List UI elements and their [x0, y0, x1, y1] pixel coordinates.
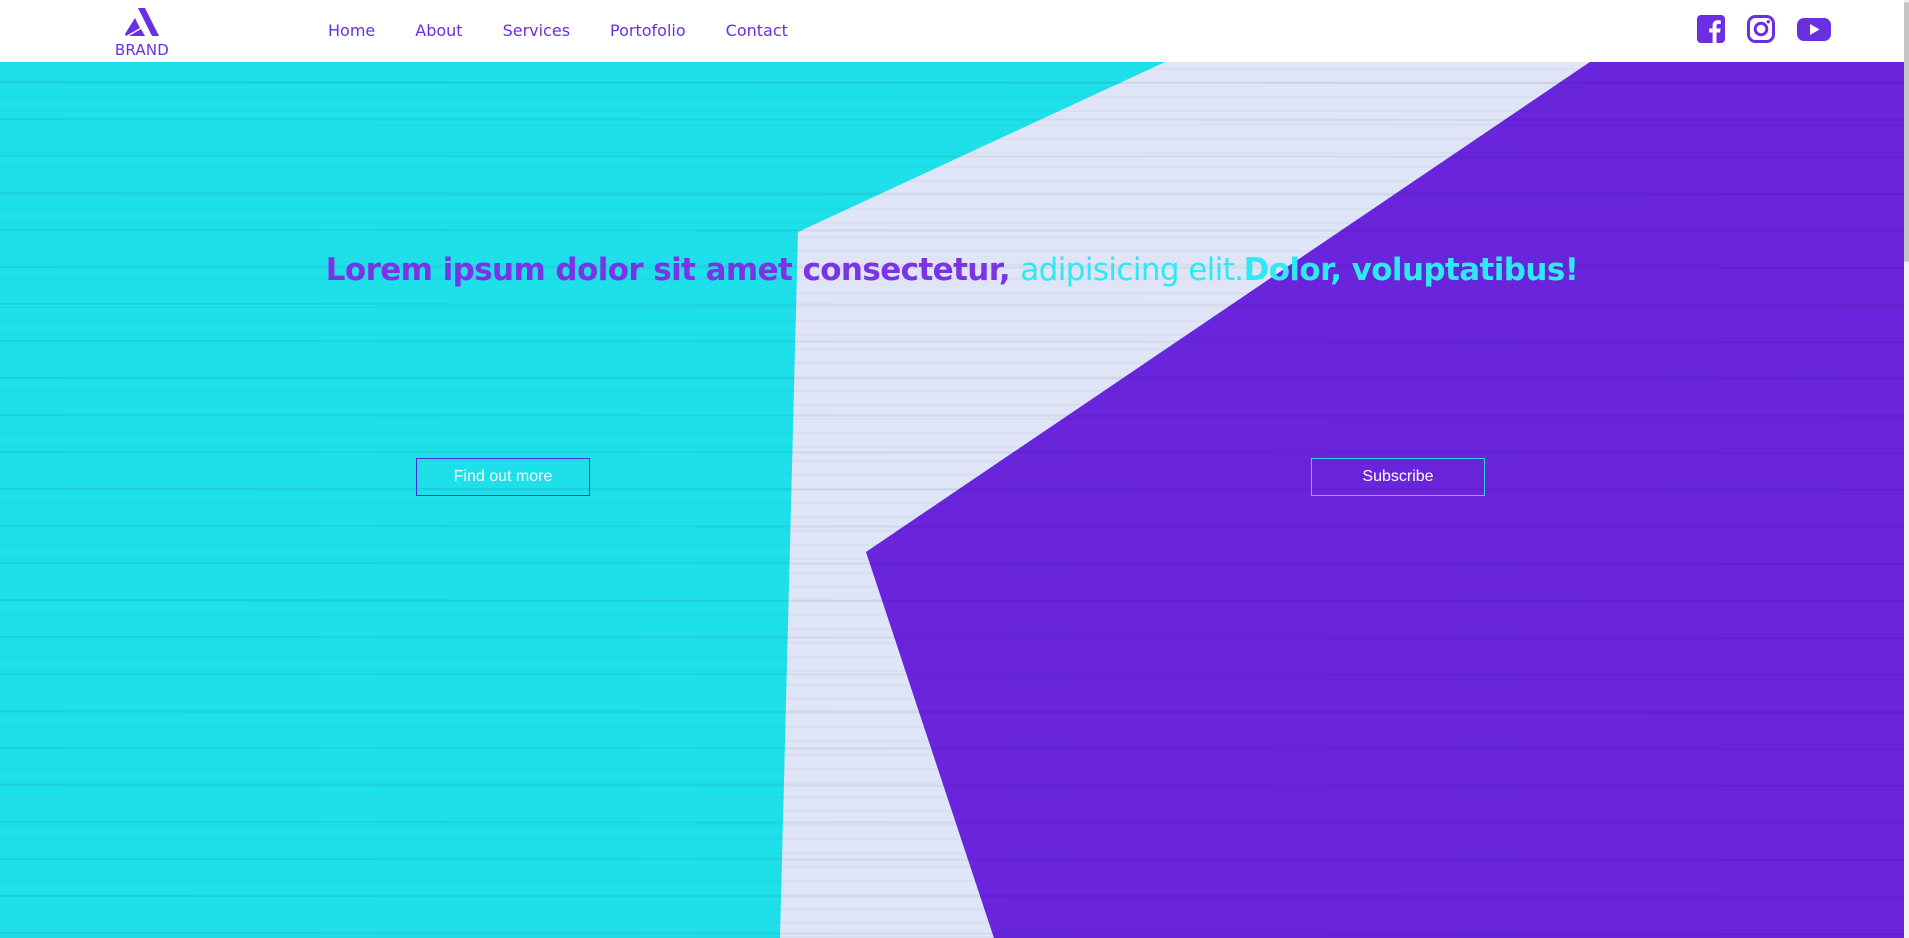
- nav-services[interactable]: Services: [503, 20, 570, 42]
- youtube-icon[interactable]: [1796, 14, 1832, 44]
- brand-logo-link[interactable]: BRAND: [112, 6, 172, 60]
- nav-links: Home About Services Portofolio Contact: [328, 20, 828, 42]
- find-out-more-button[interactable]: Find out more: [416, 458, 590, 496]
- nav-home[interactable]: Home: [328, 20, 375, 42]
- brand-logo-icon: [125, 8, 159, 36]
- hero-title-part3: Dolor, voluptatibus!: [1243, 252, 1579, 288]
- hero-background-image: [0, 62, 1904, 938]
- brand-name: BRAND: [114, 41, 170, 59]
- hero-title-part2: adipisicing elit.: [1020, 252, 1244, 288]
- nav-contact[interactable]: Contact: [726, 20, 788, 42]
- hero-title-part1: Lorem ipsum dolor sit amet consectetur,: [325, 252, 1021, 288]
- scrollbar-thumb[interactable]: [1904, 2, 1909, 262]
- hero-title: Lorem ipsum dolor sit amet consectetur, …: [0, 252, 1904, 288]
- social-links: [1696, 14, 1832, 44]
- hero-section: Lorem ipsum dolor sit amet consectetur, …: [0, 62, 1904, 938]
- subscribe-button[interactable]: Subscribe: [1311, 458, 1485, 496]
- instagram-icon[interactable]: [1746, 14, 1776, 44]
- facebook-icon[interactable]: [1696, 14, 1726, 44]
- navbar: BRAND Home About Services Portofolio Con…: [0, 0, 1904, 62]
- page-scrollbar[interactable]: [1904, 0, 1909, 938]
- nav-about[interactable]: About: [415, 20, 462, 42]
- landing-page: BRAND Home About Services Portofolio Con…: [0, 0, 1909, 938]
- nav-portofolio[interactable]: Portofolio: [610, 20, 686, 42]
